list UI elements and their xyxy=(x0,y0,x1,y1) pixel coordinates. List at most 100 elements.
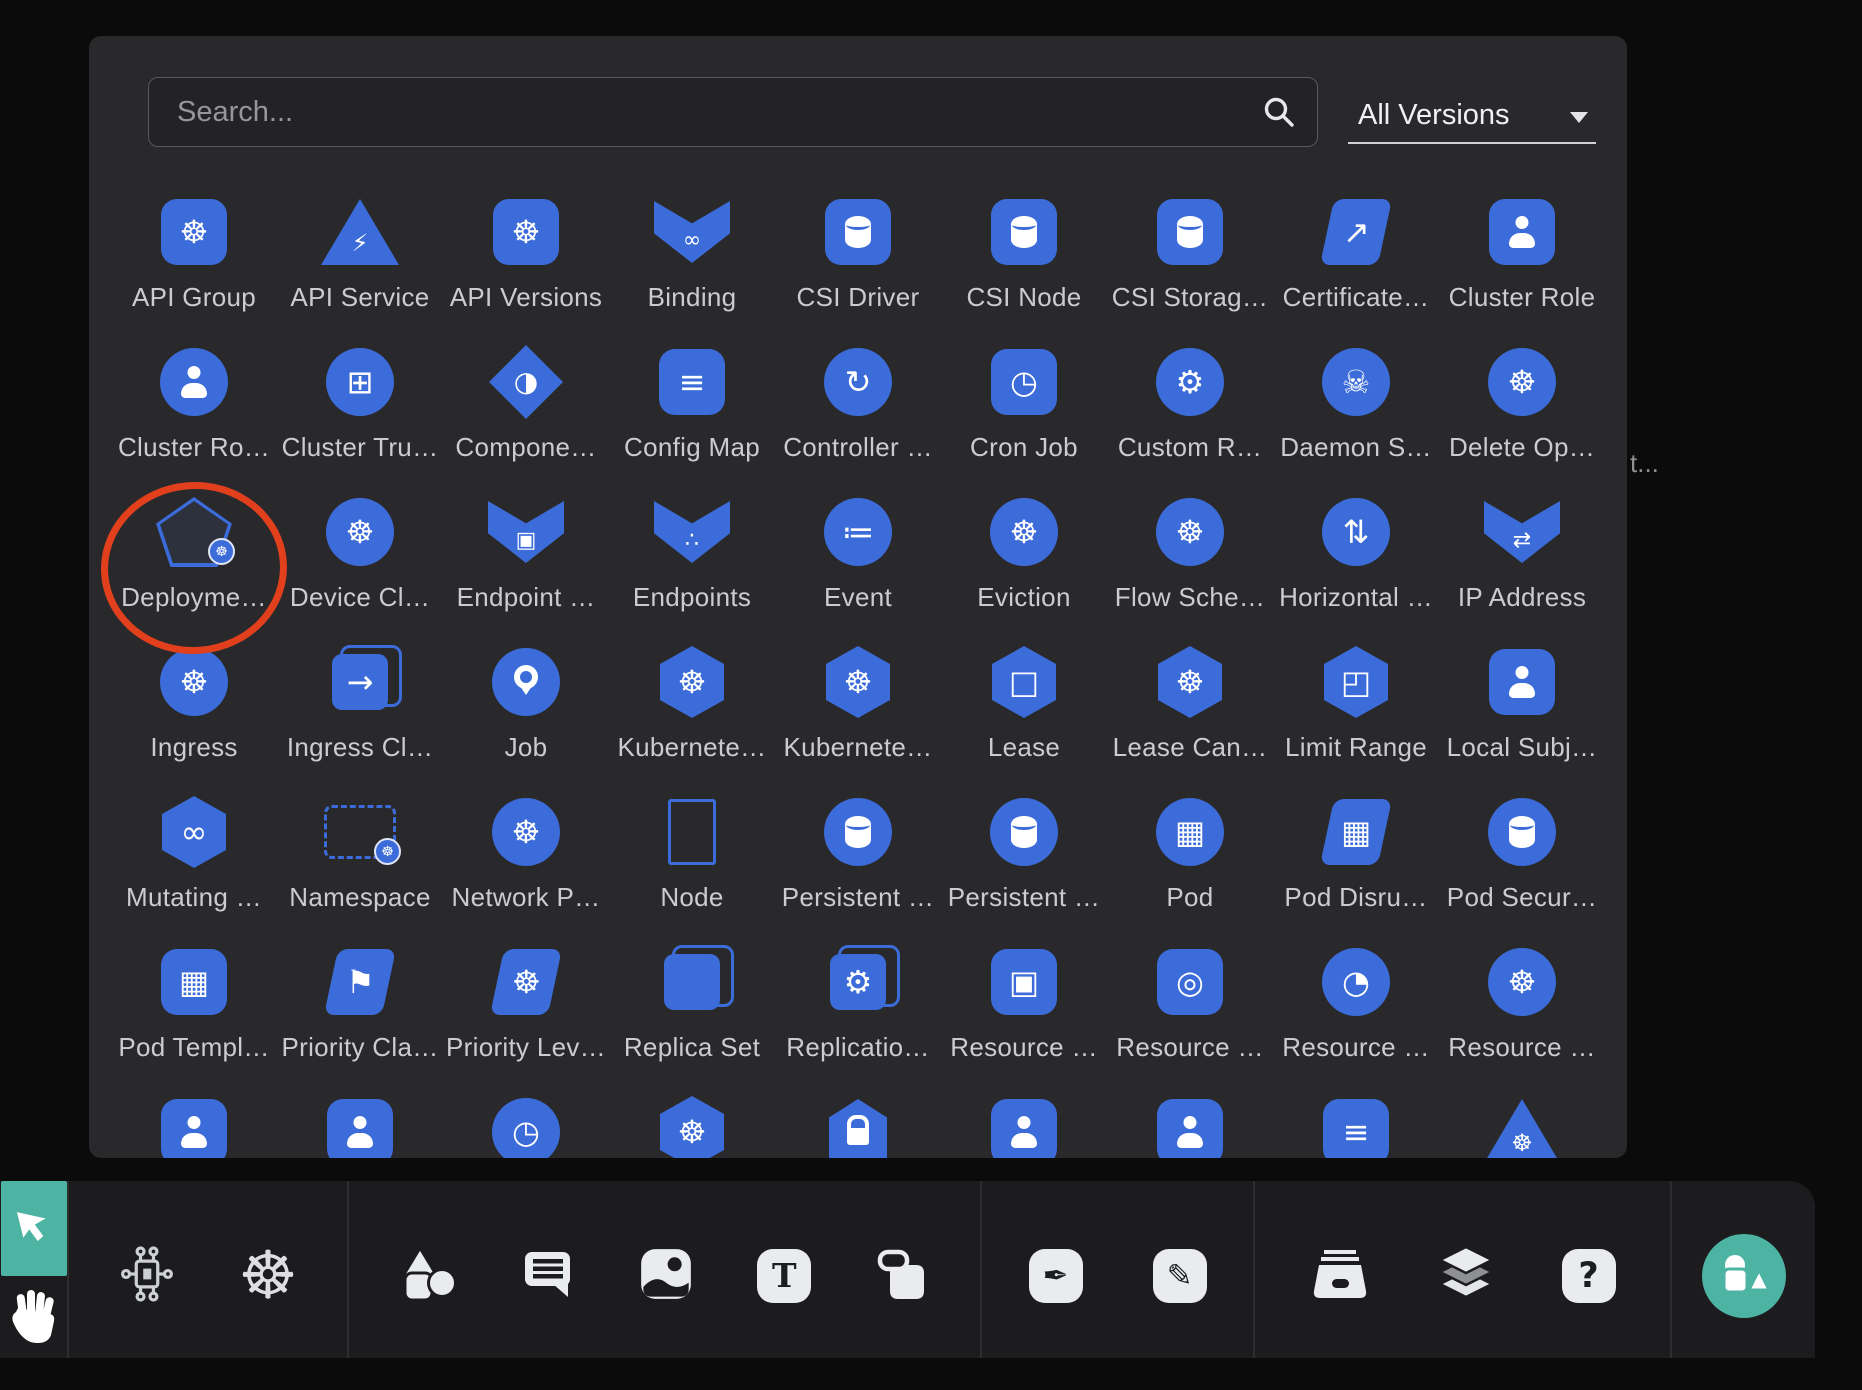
grid-item-eviction[interactable]: ☸Eviction xyxy=(941,484,1107,634)
grid-item-flow-sche[interactable]: ☸Flow Sche… xyxy=(1107,484,1273,634)
pen-connector-tool[interactable]: ✒ xyxy=(1029,1249,1083,1303)
kubernetes-badge-icon: ☸ xyxy=(374,838,401,865)
help-tool[interactable]: ? xyxy=(1562,1249,1616,1303)
grid-item-controller[interactable]: ↻Controller … xyxy=(775,334,941,484)
grid-item-api-service[interactable]: ⚡API Service xyxy=(277,184,443,334)
grid-item-lease-can[interactable]: ☸Lease Can… xyxy=(1107,634,1273,784)
grid-item-row7-54[interactable] xyxy=(111,1084,277,1158)
grid-item-persistent[interactable]: Persistent … xyxy=(775,784,941,934)
hand-tool[interactable] xyxy=(6,1288,62,1348)
grid-item-delete-op[interactable]: ☸Delete Op… xyxy=(1439,334,1605,484)
kubernetes-tool[interactable]: ☸ xyxy=(238,1243,297,1309)
glyph: ☸ xyxy=(180,216,209,248)
grid-item-ingress[interactable]: ☸Ingress xyxy=(111,634,277,784)
grid-item-label: Mutating … xyxy=(126,882,262,913)
grid-item-custom-r[interactable]: ⚙ Custom R… xyxy=(1107,334,1273,484)
grid-item-row7-61[interactable]: ≡ xyxy=(1273,1084,1439,1158)
grid-item-api-versions[interactable]: ☸API Versions xyxy=(443,184,609,334)
kubernetes-badge-icon: ☸ xyxy=(208,538,235,565)
grid-item-csi-driver[interactable]: CSI Driver xyxy=(775,184,941,334)
grid-item-certificate[interactable]: ↗Certificate… xyxy=(1273,184,1439,334)
grid-item-device-cl[interactable]: ☸Device Cl… xyxy=(277,484,443,634)
grid-item-namespace[interactable]: ☸Namespace xyxy=(277,784,443,934)
version-filter-dropdown[interactable]: All Versions xyxy=(1348,88,1596,144)
grid-item-kubernete[interactable]: ☸Kubernete… xyxy=(775,634,941,784)
grid-item-job[interactable]: Job xyxy=(443,634,609,784)
grid-item-cluster-tru[interactable]: ⊞Cluster Tru… xyxy=(277,334,443,484)
grid-item-cron-job[interactable]: ◷Cron Job xyxy=(941,334,1107,484)
mutating-webhook-icon: ∞ xyxy=(162,796,226,868)
search-bar xyxy=(148,77,1318,147)
kubernetes-triangle-icon: ☸ xyxy=(1483,1099,1561,1158)
freehand-pencil-tool[interactable]: ✎ xyxy=(1153,1249,1207,1303)
grid-item-kubernete[interactable]: ☸Kubernete… xyxy=(609,634,775,784)
layers-tool[interactable] xyxy=(1436,1245,1496,1306)
grid-item-ip-address[interactable]: ⇄IP Address xyxy=(1439,484,1605,634)
note-tool[interactable] xyxy=(876,1247,930,1304)
archive-tool[interactable] xyxy=(1310,1247,1370,1304)
grid-item-event[interactable]: ≔Event xyxy=(775,484,941,634)
grid-item-replicatio[interactable]: ⚙Replicatio… xyxy=(775,934,941,1084)
grid-item-cluster-role[interactable]: Cluster Role xyxy=(1439,184,1605,334)
grid-item-persistent[interactable]: Persistent … xyxy=(941,784,1107,934)
grid-item-row7-60[interactable] xyxy=(1107,1084,1273,1158)
grid-item-pod[interactable]: ▦Pod xyxy=(1107,784,1273,934)
grid-item-label: API Service xyxy=(290,282,429,313)
grid-item-limit-range[interactable]: ◰Limit Range xyxy=(1273,634,1439,784)
ingress-class-icon: → xyxy=(332,654,388,710)
grid-item-pod-disru[interactable]: ▦Pod Disru… xyxy=(1273,784,1439,934)
grid-item-csi-storag[interactable]: CSI Storag… xyxy=(1107,184,1273,334)
grid-item-deployme[interactable]: ☸ Deployme… xyxy=(111,484,277,634)
grid-item-row7-56[interactable]: ◷ xyxy=(443,1084,609,1158)
grid-item-row7-57[interactable]: ☸ xyxy=(609,1084,775,1158)
grid-item-lease[interactable]: □Lease xyxy=(941,634,1107,784)
api-versions-icon: ☸ xyxy=(493,199,559,265)
grid-item-config-map[interactable]: ≡Config Map xyxy=(609,334,775,484)
grid-item-resource[interactable]: ☸Resource … xyxy=(1439,934,1605,1084)
grid-item-daemon-s[interactable]: ☠Daemon S… xyxy=(1273,334,1439,484)
grid-item-replica-set[interactable]: Replica Set xyxy=(609,934,775,1084)
grid-item-endpoints[interactable]: ∴Endpoints xyxy=(609,484,775,634)
shapes-tool[interactable] xyxy=(399,1245,457,1306)
grid-item-endpoint[interactable]: ▣Endpoint … xyxy=(443,484,609,634)
shape-library-button[interactable] xyxy=(1702,1234,1786,1318)
architecture-diagram-tool[interactable] xyxy=(118,1245,176,1306)
grid-item-resource[interactable]: ▣Resource … xyxy=(941,934,1107,1084)
grid-item-resource[interactable]: ◎Resource … xyxy=(1107,934,1273,1084)
grid-item-cluster-ro[interactable]: Cluster Ro… xyxy=(111,334,277,484)
grid-item-api-group[interactable]: ☸API Group xyxy=(111,184,277,334)
grid-item-ingress-cl[interactable]: →Ingress Cl… xyxy=(277,634,443,784)
grid-item-horizontal[interactable]: ⇅Horizontal … xyxy=(1273,484,1439,634)
text-tool[interactable]: T xyxy=(757,1249,811,1303)
pen-arrow-icon: ✒ xyxy=(1029,1249,1083,1303)
grid-item-compone[interactable]: ◑Compone… xyxy=(443,334,609,484)
grid-item-label: Ingress xyxy=(150,732,237,763)
grid-item-binding[interactable]: ∞Binding xyxy=(609,184,775,334)
grid-item-resource[interactable]: ◔Resource … xyxy=(1273,934,1439,1084)
grid-item-csi-node[interactable]: CSI Node xyxy=(941,184,1107,334)
grid-item-label: Deployme… xyxy=(121,582,267,613)
search-input[interactable] xyxy=(148,77,1318,147)
grid-item-label: Custom R… xyxy=(1118,432,1262,463)
selection-tool[interactable] xyxy=(1,1181,67,1276)
grid-item-label: Limit Range xyxy=(1285,732,1427,763)
grid-item-priority-cla[interactable]: ⚑Priority Cla… xyxy=(277,934,443,1084)
role-icon xyxy=(161,1099,227,1158)
grid-item-pod-templ[interactable]: ▦Pod Templ… xyxy=(111,934,277,1084)
grid-item-priority-lev[interactable]: ☸Priority Lev… xyxy=(443,934,609,1084)
comment-tool[interactable] xyxy=(522,1250,574,1301)
grid-item-row7-59[interactable] xyxy=(941,1084,1107,1158)
grid-item-row7-58[interactable] xyxy=(775,1084,941,1158)
grid-item-local-subj[interactable]: Local Subj… xyxy=(1439,634,1605,784)
glyph: ⚙ xyxy=(1176,366,1205,398)
glyph: ☠ xyxy=(1342,366,1371,398)
grid-item-network-p[interactable]: ☸Network P… xyxy=(443,784,609,934)
grid-item-row7-55[interactable] xyxy=(277,1084,443,1158)
grid-item-row7-62[interactable]: ☸ xyxy=(1439,1084,1605,1158)
grid-item-pod-secur[interactable]: Pod Secur… xyxy=(1439,784,1605,934)
grid-item-node[interactable]: Node xyxy=(609,784,775,934)
image-tool[interactable] xyxy=(639,1247,693,1304)
grid-item-mutating[interactable]: ∞ Mutating … xyxy=(111,784,277,934)
grid-item-label: Replica Set xyxy=(624,1032,760,1063)
delete-options-icon: ☸ xyxy=(1488,348,1556,416)
